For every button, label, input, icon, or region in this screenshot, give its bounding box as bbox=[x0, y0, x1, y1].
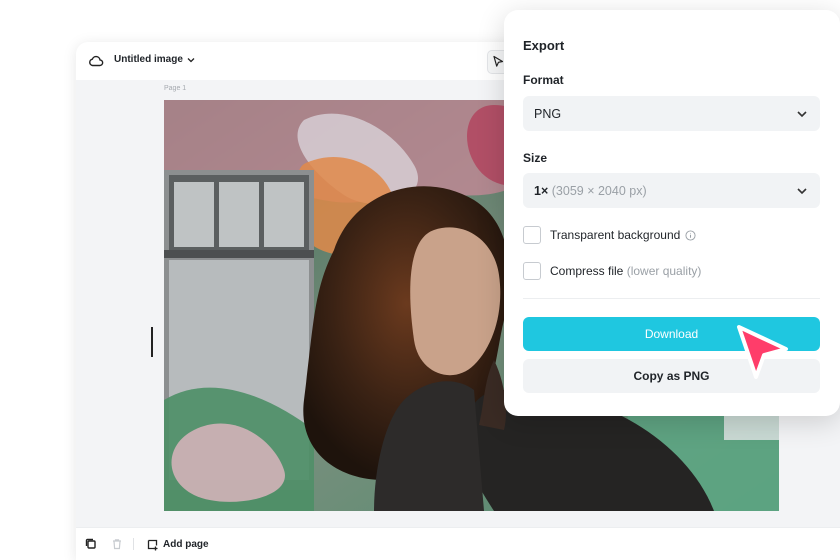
add-page-icon bbox=[147, 539, 158, 550]
compress-file-label-wrap: Compress file (lower quality) bbox=[550, 264, 701, 278]
pointer-cursor-icon bbox=[737, 325, 788, 379]
duplicate-icon[interactable] bbox=[84, 537, 98, 551]
transparent-background-label: Transparent background bbox=[550, 228, 681, 242]
chevron-down-icon bbox=[797, 111, 807, 118]
info-icon[interactable] bbox=[685, 229, 696, 241]
size-select[interactable]: 1× (3059 × 2040 px) bbox=[523, 173, 820, 208]
transparent-background-checkbox[interactable] bbox=[523, 226, 541, 244]
document-title[interactable]: Untitled image bbox=[114, 54, 183, 65]
size-label: Size bbox=[523, 151, 548, 165]
page-label: Page 1 bbox=[164, 85, 187, 92]
compress-file-checkbox[interactable] bbox=[523, 262, 541, 280]
format-value: PNG bbox=[534, 107, 562, 121]
editor-bottombar: Add page bbox=[76, 527, 840, 560]
compress-file-note: (lower quality) bbox=[626, 264, 702, 278]
cloud-icon[interactable] bbox=[88, 53, 104, 69]
trash-icon[interactable] bbox=[110, 537, 124, 551]
add-page-button[interactable]: Add page bbox=[146, 536, 209, 552]
chevron-down-icon bbox=[797, 188, 807, 195]
resize-handle[interactable] bbox=[151, 327, 153, 357]
panel-divider bbox=[523, 298, 820, 299]
transparent-background-row[interactable]: Transparent background bbox=[523, 226, 696, 244]
toolbar-divider bbox=[133, 538, 134, 550]
format-label: Format bbox=[523, 73, 564, 87]
compress-file-label: Compress file bbox=[550, 264, 624, 278]
size-value: 1× bbox=[534, 184, 549, 198]
size-dims: (3059 × 2040 px) bbox=[551, 184, 647, 198]
compress-file-row[interactable]: Compress file (lower quality) bbox=[523, 262, 701, 280]
add-page-label: Add page bbox=[163, 538, 209, 550]
size-value-wrap: 1× (3059 × 2040 px) bbox=[534, 184, 647, 198]
chevron-down-icon[interactable] bbox=[186, 55, 196, 65]
format-select[interactable]: PNG bbox=[523, 96, 820, 131]
export-title: Export bbox=[523, 38, 565, 53]
